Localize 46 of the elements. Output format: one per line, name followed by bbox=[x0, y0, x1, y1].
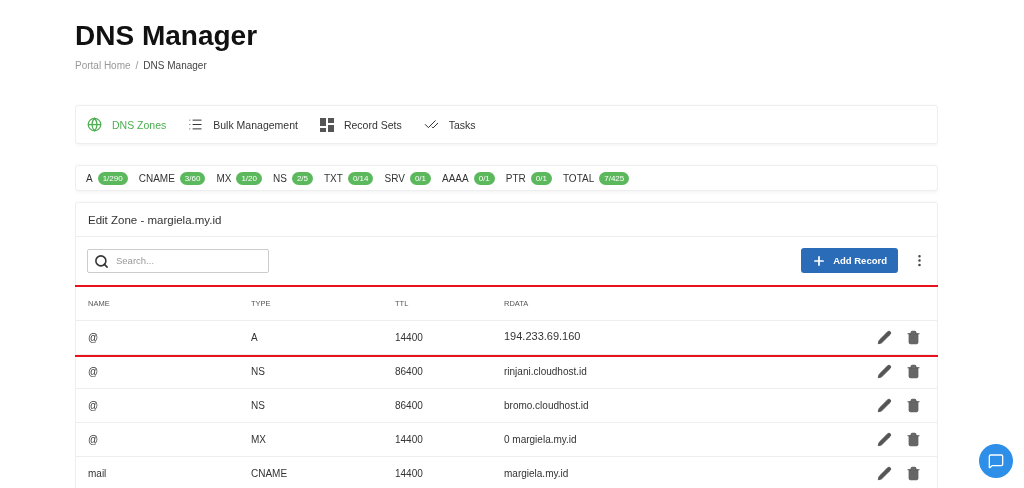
table-cell-text: bromo.cloudhost.id bbox=[504, 400, 590, 411]
table-cell-text: 14400 bbox=[395, 468, 424, 479]
record-type-label: TOTAL bbox=[562, 172, 595, 184]
record-type-label: A bbox=[86, 172, 93, 184]
count-badge: 7/425 bbox=[599, 171, 630, 185]
nav-tab[interactable]: Record Sets bbox=[319, 117, 402, 132]
table-cell-text: rinjani.cloudhost.id bbox=[504, 366, 588, 377]
table-cell-text: margiela.my.id bbox=[504, 468, 570, 479]
nav-tab[interactable]: Tasks bbox=[423, 117, 476, 132]
table-cell-text: 14400 bbox=[395, 434, 424, 445]
table-cell-text: 86400 bbox=[395, 400, 424, 411]
table-cell-text: 14400 bbox=[395, 332, 424, 343]
table-cell-text: A bbox=[251, 332, 259, 343]
table-cell-text: mail bbox=[88, 468, 108, 479]
count-badge: 3/60 bbox=[179, 171, 206, 185]
zone-title: Edit Zone - margiela.my.id bbox=[76, 203, 937, 237]
count-badge: 1/20 bbox=[236, 171, 262, 185]
search-field[interactable]: Search... bbox=[87, 248, 269, 273]
table-cell-text: @ bbox=[88, 332, 100, 343]
record-type-label: MX bbox=[216, 172, 232, 184]
table-cell-text: MX bbox=[251, 434, 267, 445]
table-cell-text: CNAME bbox=[251, 468, 289, 479]
table-cell-text: 0 margiela.my.id bbox=[504, 434, 578, 445]
record-type-label: CNAME bbox=[138, 172, 175, 184]
table-cell-text: NS bbox=[251, 366, 266, 377]
count-badge: 0/1 bbox=[473, 171, 495, 185]
add-record-button[interactable]: Add Record bbox=[801, 248, 898, 273]
count-badge: 2/5 bbox=[291, 171, 313, 185]
record-type-label: NS bbox=[273, 172, 287, 184]
table-cell-text: @ bbox=[88, 366, 100, 377]
nav-tab[interactable]: Bulk Management bbox=[188, 117, 298, 132]
count-badge: 1/290 bbox=[97, 171, 128, 185]
table-cell-text: 194.233.69.160 bbox=[504, 329, 582, 342]
breadcrumb-separator: / bbox=[135, 60, 139, 71]
record-type-label: PTR bbox=[505, 172, 526, 184]
count-badge: 0/1 bbox=[530, 171, 552, 185]
record-type-label: TXT bbox=[324, 172, 343, 184]
count-badge: 0/1 bbox=[409, 171, 431, 185]
table-cell-text: @ bbox=[88, 400, 100, 411]
page-title: DNS Manager bbox=[75, 19, 259, 53]
record-type-label: AAAA bbox=[442, 172, 469, 184]
table-cell-text: 86400 bbox=[395, 366, 424, 377]
table-cell-text: @ bbox=[88, 434, 100, 445]
record-type-label: SRV bbox=[384, 172, 405, 184]
count-badge: 0/14 bbox=[347, 171, 374, 185]
table-cell-text: NS bbox=[251, 400, 266, 411]
